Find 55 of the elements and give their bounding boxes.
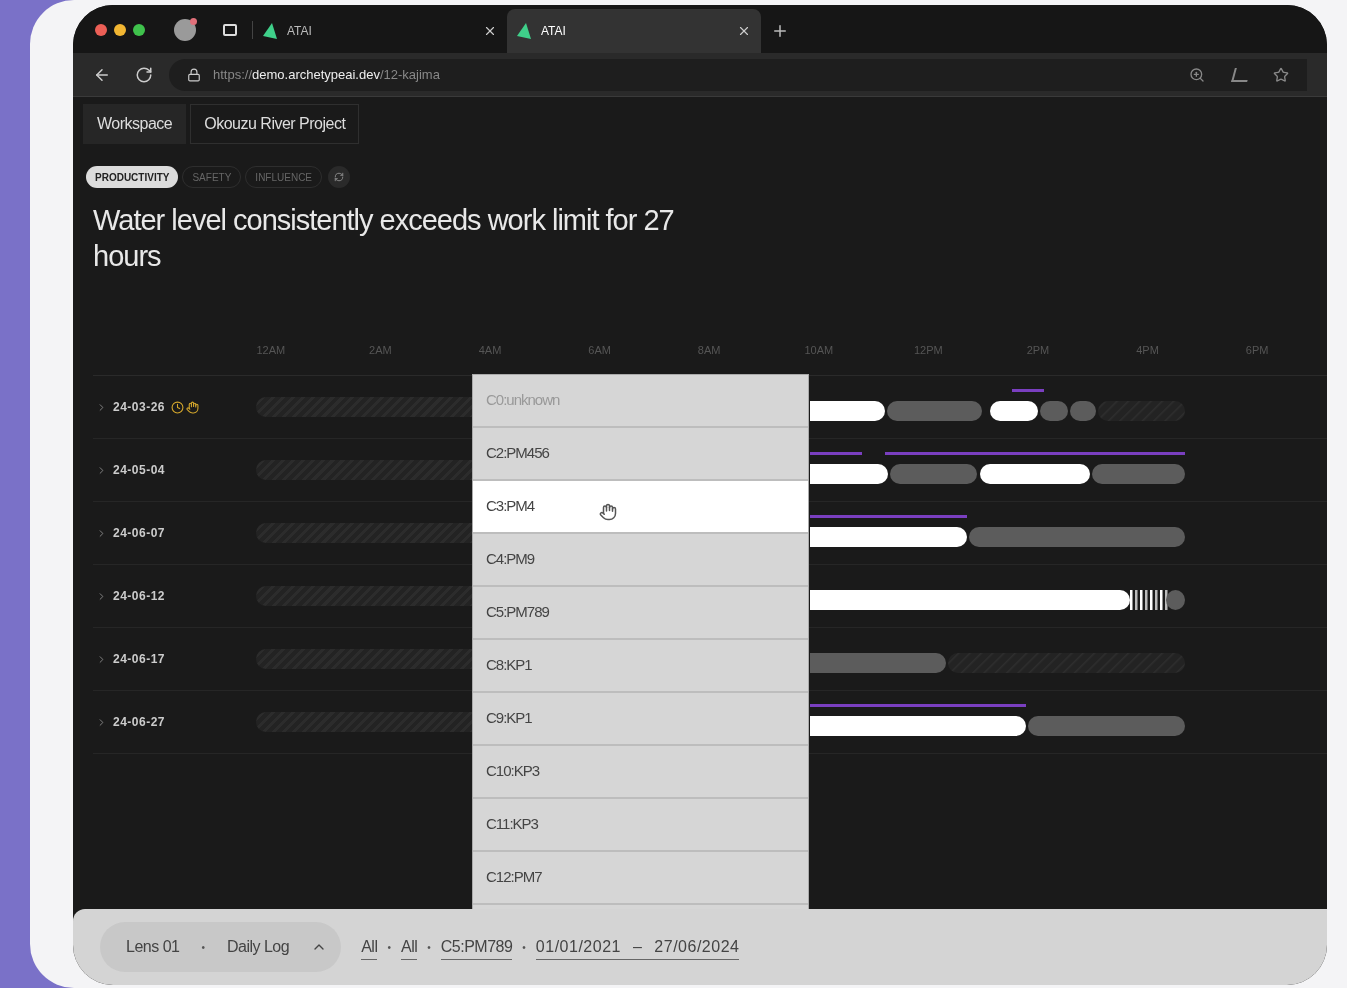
tab-title: ATAI (287, 23, 313, 40)
separator-dot: • (427, 940, 431, 955)
date-range-link[interactable]: 01/01/2021 – 27/06/2024 (535, 934, 740, 960)
hour-label: 12PM (913, 343, 944, 359)
breadcrumb-tab[interactable]: Workspace (83, 104, 187, 144)
filter-chip[interactable]: PRODUCTIVITY (86, 166, 179, 188)
row-date: 24-03-26 (113, 399, 166, 416)
refresh-button[interactable] (328, 166, 351, 188)
row-date: 24-06-27 (113, 714, 166, 731)
maximize-window-button[interactable] (133, 24, 145, 36)
breadcrumb-tab[interactable]: Okouzu River Project (190, 104, 360, 144)
zoom-icon[interactable] (1189, 66, 1205, 83)
close-tab-icon[interactable] (737, 24, 751, 38)
profile-avatar-icon[interactable] (174, 19, 196, 41)
tab-title: ATAI (541, 23, 567, 40)
filter-link[interactable]: All (400, 934, 418, 960)
dropdown-item[interactable]: C3:PM4 (473, 481, 808, 534)
favorite-icon[interactable] (1273, 66, 1289, 83)
close-window-button[interactable] (95, 24, 107, 36)
tab-overview-icon[interactable] (223, 24, 237, 36)
hour-label: 2PM (1025, 343, 1051, 359)
row-date: 24-06-12 (113, 588, 166, 605)
separator-dot: • (387, 940, 391, 955)
browser-tab[interactable]: ATAI (507, 9, 761, 53)
hour-label: 12AM (255, 343, 287, 359)
minimize-window-button[interactable] (114, 24, 126, 36)
address-field[interactable]: https://demo.archetypeai.dev/12-kajima (169, 58, 1307, 91)
hour-label: 6AM (587, 343, 612, 359)
separator-dot: • (201, 940, 205, 955)
hand-alert-icon (186, 400, 200, 414)
close-tab-icon[interactable] (483, 24, 497, 38)
triangle-logo-icon (517, 23, 531, 39)
lock-icon (187, 67, 201, 82)
lens-selector[interactable]: Lens 01 • Daily Log (100, 922, 342, 972)
hour-label: 2AM (368, 343, 393, 359)
reload-icon[interactable] (135, 65, 153, 84)
hour-label: 10AM (803, 343, 835, 359)
lens-label: Daily Log (226, 937, 290, 957)
new-tab-icon[interactable] (771, 22, 789, 40)
clock-alert-icon (171, 400, 185, 414)
pointer-cursor-icon (599, 503, 617, 521)
row-date: 24-06-07 (113, 525, 166, 542)
hour-label: 8AM (696, 343, 722, 359)
filter-link[interactable]: C5:PM789 (440, 934, 513, 960)
hour-label: 6PM (1244, 343, 1270, 359)
hour-label: 4PM (1135, 343, 1160, 359)
hour-label: 4AM (477, 343, 503, 359)
filter-link[interactable]: All (361, 934, 378, 960)
separator-dot: • (522, 940, 526, 955)
triangle-logo-icon (263, 23, 277, 39)
refresh-icon (334, 172, 345, 182)
row-date: 24-05-04 (113, 462, 166, 479)
row-date: 24-06-17 (113, 651, 166, 668)
insight-title: Water level consistently exceeds work limit for 27 hours (93, 203, 675, 274)
lens-label: Lens 01 (126, 937, 180, 957)
